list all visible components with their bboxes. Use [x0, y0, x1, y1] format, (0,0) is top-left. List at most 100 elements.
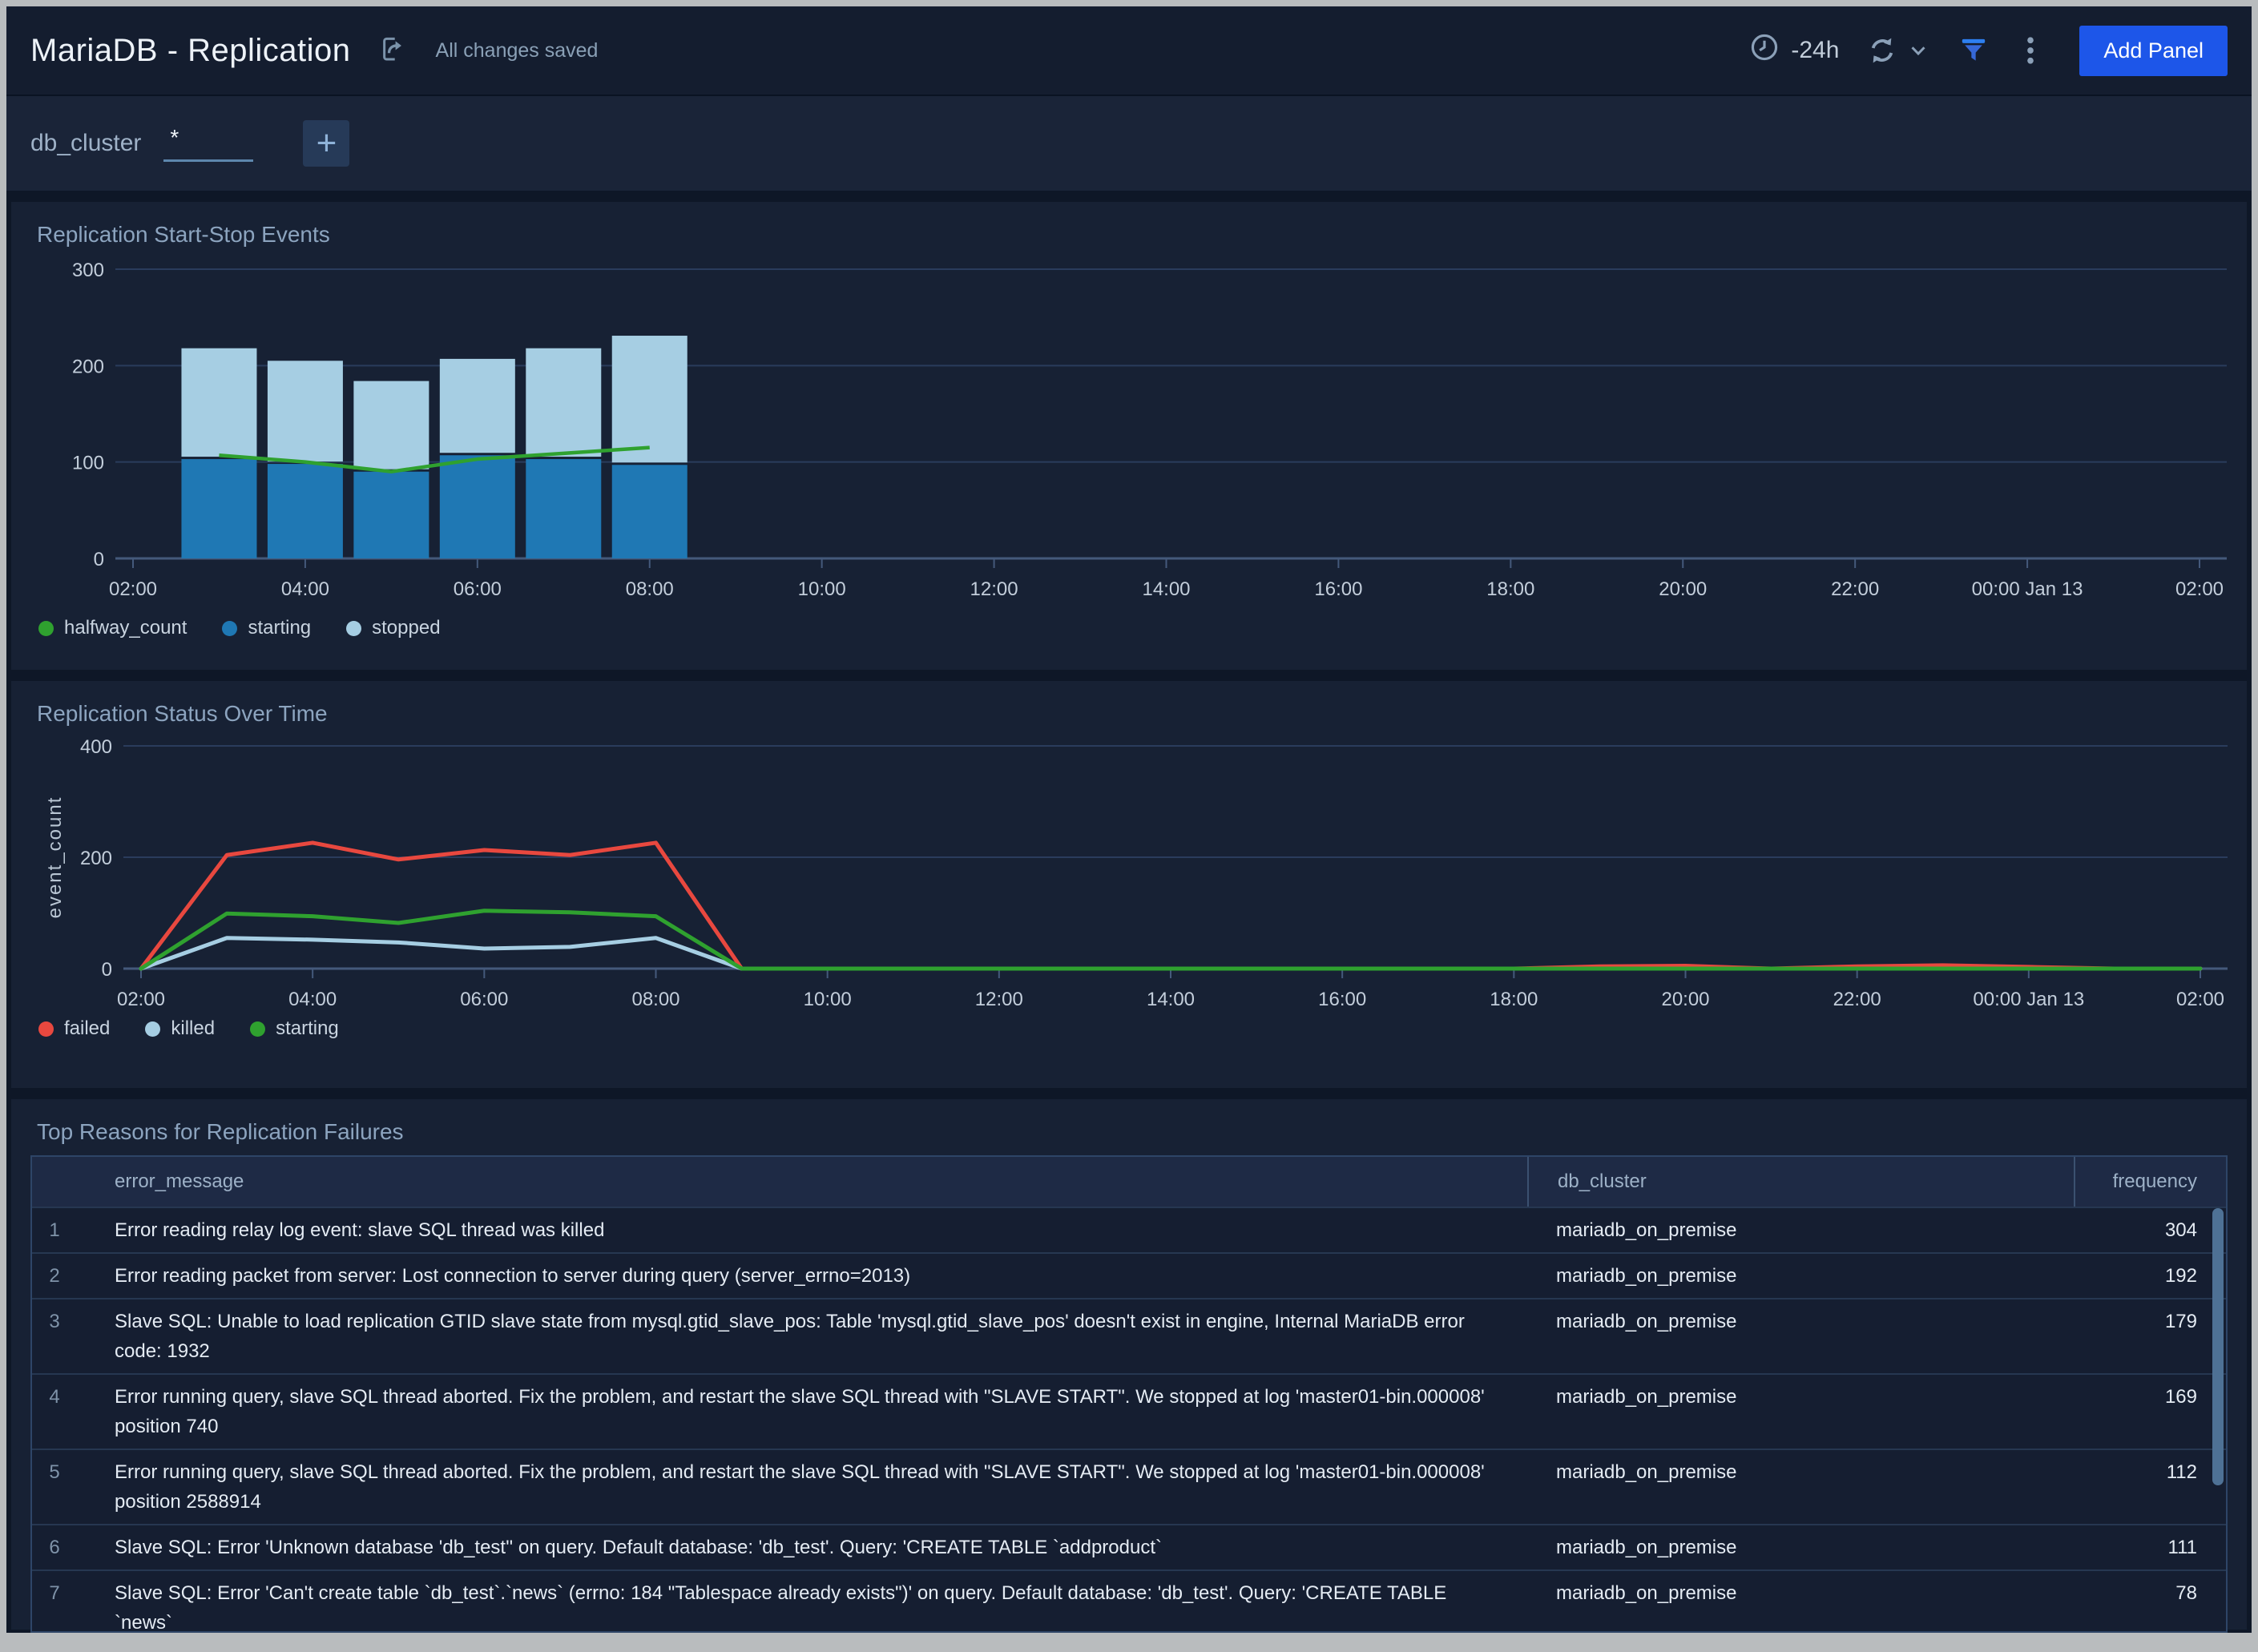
x-axis-tick-label: 12:00	[970, 578, 1018, 600]
table-scrollbar-thumb[interactable]	[2212, 1208, 2224, 1485]
x-axis-tick-label: 14:00	[1147, 989, 1195, 1010]
top-bar: MariaDB - Replication All changes saved	[6, 6, 2252, 96]
dashboard-body: Replication Start-Stop Events 3002001000…	[6, 191, 2252, 1630]
chart-legend: halfway_count starting stopped	[11, 612, 2247, 639]
status-over-time-chart[interactable]: 400200002:0004:0006:0008:0010:0012:0014:…	[37, 731, 2231, 1013]
bar-starting[interactable]	[181, 459, 256, 558]
frequency-cell: 112	[2074, 1457, 2226, 1517]
x-axis-tick-label: 18:00	[1490, 989, 1538, 1010]
y-axis-tick-label: 200	[72, 356, 104, 377]
x-axis-tick-label: 02:00	[2176, 989, 2224, 1010]
error-message-cell: Slave SQL: Error 'Unknown database 'db_t…	[77, 1533, 1527, 1562]
db-cluster-cell: mariadb_on_premise	[1527, 1215, 2074, 1245]
x-axis-tick-label: 22:00	[1831, 578, 1879, 600]
add-panel-button[interactable]: Add Panel	[2079, 26, 2228, 76]
table-header-row: error_messagedb_clusterfrequency	[32, 1157, 2226, 1207]
y-axis-tick-label: 0	[94, 549, 104, 570]
legend-label: halfway_count	[64, 617, 187, 639]
legend-item-starting[interactable]: starting	[250, 1017, 339, 1040]
chart-legend: failed killed starting	[11, 1013, 2247, 1040]
y-axis-title: event_count	[44, 796, 66, 919]
failures-table: error_messagedb_clusterfrequency 1Error …	[30, 1155, 2228, 1633]
table-row: 6Slave SQL: Error 'Unknown database 'db_…	[32, 1524, 2226, 1569]
add-filter-button[interactable]: +	[303, 120, 349, 167]
legend-dot	[38, 621, 54, 636]
table-row: 5Error running query, slave SQL thread a…	[32, 1449, 2226, 1524]
y-axis-tick-label: 0	[102, 959, 112, 981]
column-header-frequency[interactable]: frequency	[2074, 1157, 2226, 1207]
panel-title: Top Reasons for Replication Failures	[11, 1099, 2247, 1146]
panel-start-stop-events: Replication Start-Stop Events 3002001000…	[11, 202, 2247, 670]
y-axis-tick-label: 300	[72, 260, 104, 281]
bar-stopped[interactable]	[181, 349, 256, 457]
bar-stopped[interactable]	[526, 349, 601, 457]
x-axis-tick-label: 04:00	[281, 578, 329, 600]
legend-item-killed[interactable]: killed	[145, 1017, 215, 1040]
filter-label: db_cluster	[30, 130, 141, 157]
time-range-button[interactable]: -24h	[1749, 32, 1839, 69]
bar-starting[interactable]	[353, 472, 429, 558]
frequency-cell: 179	[2074, 1307, 2226, 1366]
db-cluster-cell: mariadb_on_premise	[1527, 1307, 2074, 1366]
bar-starting[interactable]	[526, 459, 601, 558]
db-cluster-cell: mariadb_on_premise	[1527, 1261, 2074, 1291]
y-axis-tick-label: 200	[80, 848, 112, 869]
x-axis-tick-label: 10:00	[798, 578, 846, 600]
bar-stopped[interactable]	[612, 336, 687, 462]
legend-item-halfway_count[interactable]: halfway_count	[38, 617, 187, 639]
panel-status-over-time: Replication Status Over Time 400200002:0…	[11, 681, 2247, 1088]
legend-item-starting[interactable]: starting	[222, 617, 311, 639]
bar-stopped[interactable]	[353, 381, 429, 469]
legend-label: failed	[64, 1017, 110, 1040]
x-axis-tick-label: 16:00	[1318, 989, 1366, 1010]
bar-stopped[interactable]	[440, 359, 515, 453]
error-message-cell: Error running query, slave SQL thread ab…	[77, 1457, 1527, 1517]
x-axis-tick-label: 08:00	[626, 578, 674, 600]
column-header-error-message[interactable]: error_message	[77, 1157, 1527, 1207]
x-axis-tick-label: 02:00	[109, 578, 157, 600]
x-axis-tick-label: 00:00 Jan 13	[1973, 989, 2084, 1010]
frequency-cell: 78	[2074, 1578, 2226, 1633]
frequency-cell: 192	[2074, 1261, 2226, 1291]
error-message-cell: Error running query, slave SQL thread ab…	[77, 1382, 1527, 1441]
db-cluster-cell: mariadb_on_premise	[1527, 1578, 2074, 1633]
x-axis-tick-label: 00:00 Jan 13	[1972, 578, 2083, 600]
error-message-cell: Error reading relay log event: slave SQL…	[77, 1215, 1527, 1245]
series-line-starting[interactable]	[141, 911, 2200, 969]
row-number: 7	[32, 1578, 77, 1633]
share-button[interactable]	[378, 34, 407, 67]
bar-starting[interactable]	[268, 464, 343, 558]
legend-dot	[346, 621, 361, 636]
db-cluster-cell: mariadb_on_premise	[1527, 1533, 2074, 1562]
legend-dot	[38, 1021, 54, 1037]
refresh-interval-dropdown[interactable]	[1906, 38, 1930, 62]
error-message-cell: Error reading packet from server: Lost c…	[77, 1261, 1527, 1291]
legend-label: starting	[276, 1017, 339, 1040]
legend-dot	[145, 1021, 160, 1037]
x-axis-tick-label: 06:00	[454, 578, 502, 600]
kebab-menu-button[interactable]	[2017, 34, 2044, 66]
bar-starting[interactable]	[440, 455, 515, 558]
column-header-index	[32, 1157, 77, 1207]
row-number: 4	[32, 1382, 77, 1441]
bar-starting[interactable]	[612, 465, 687, 558]
frequency-cell: 304	[2074, 1215, 2226, 1245]
db-cluster-filter-input[interactable]: *	[163, 125, 253, 162]
series-line-failed[interactable]	[141, 843, 2200, 969]
y-axis-tick-label: 100	[72, 453, 104, 474]
filter-funnel-button[interactable]	[1958, 34, 1990, 66]
legend-item-failed[interactable]: failed	[38, 1017, 110, 1040]
table-row: 7Slave SQL: Error 'Can't create table `d…	[32, 1569, 2226, 1633]
column-header-db-cluster[interactable]: db_cluster	[1527, 1157, 2074, 1207]
filter-bar: db_cluster * +	[6, 96, 2252, 191]
row-number: 6	[32, 1533, 77, 1562]
table-row: 1Error reading relay log event: slave SQ…	[32, 1207, 2226, 1252]
bar-stopped[interactable]	[268, 361, 343, 461]
start-stop-events-chart[interactable]: 300200100002:0004:0006:0008:0010:0012:00…	[37, 252, 2231, 612]
error-message-cell: Slave SQL: Error 'Can't create table `db…	[77, 1578, 1527, 1633]
legend-item-stopped[interactable]: stopped	[346, 617, 440, 639]
x-axis-tick-label: 14:00	[1142, 578, 1190, 600]
refresh-button[interactable]	[1866, 34, 1898, 66]
legend-label: stopped	[372, 617, 440, 639]
x-axis-tick-label: 02:00	[2175, 578, 2224, 600]
